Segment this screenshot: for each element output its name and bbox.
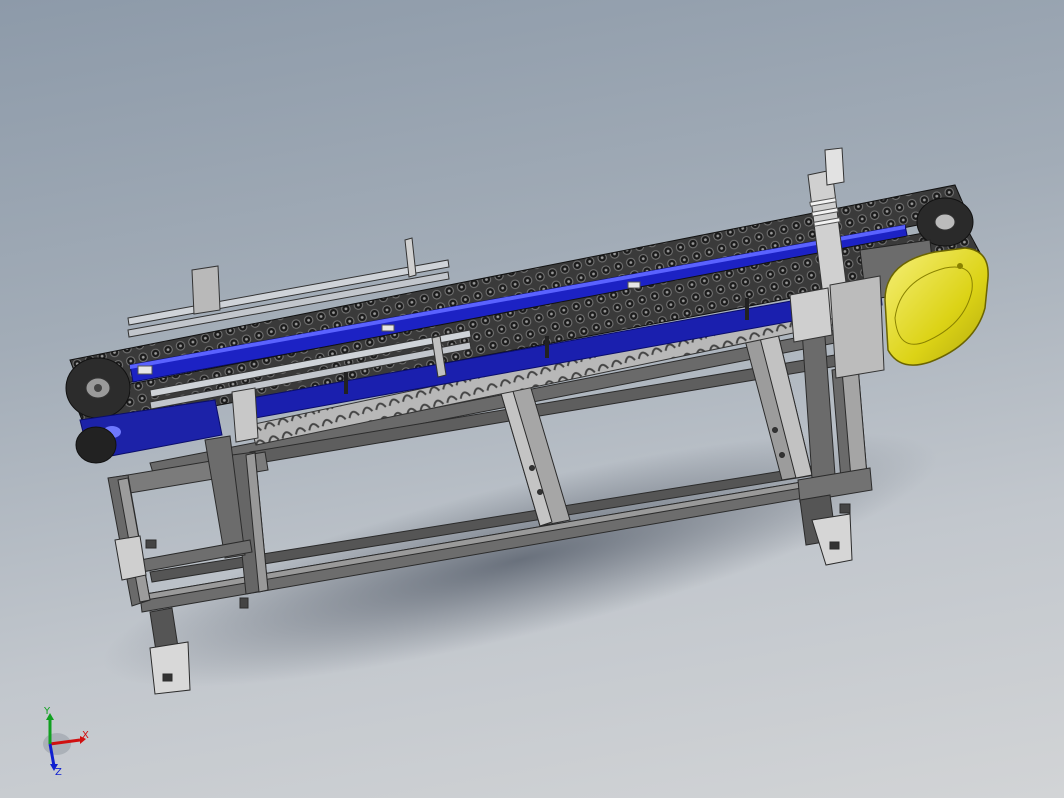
drive-guard[interactable] bbox=[884, 247, 989, 366]
y-axis-label: Y bbox=[43, 706, 51, 717]
z-axis-label: Z bbox=[55, 767, 62, 776]
x-axis-label: X bbox=[82, 730, 89, 741]
leveling-foot-right[interactable] bbox=[799, 494, 853, 566]
conveyor-model[interactable] bbox=[0, 0, 1064, 798]
reference-triad[interactable]: X Y Z bbox=[30, 704, 100, 776]
graphics-viewport[interactable]: X Y Z bbox=[0, 0, 1064, 798]
